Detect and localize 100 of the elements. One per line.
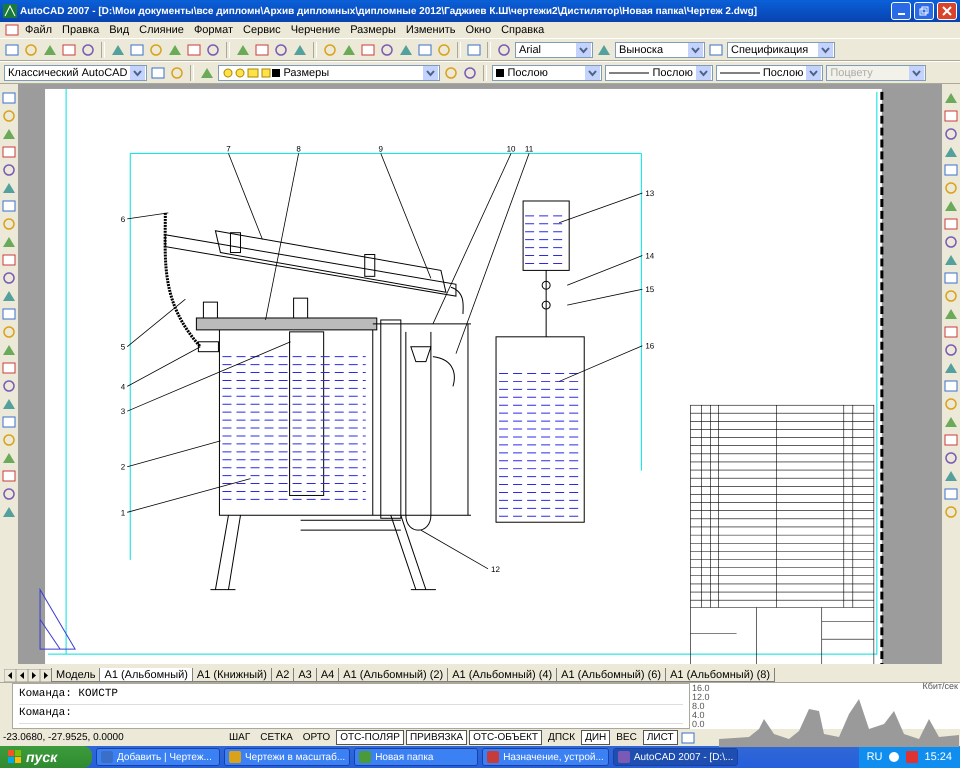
layout-tab[interactable]: A1 (Альбомный) (4) <box>447 668 558 682</box>
tool-icon[interactable] <box>1 378 17 394</box>
layout-tab[interactable]: A4 <box>316 668 340 682</box>
command-window[interactable]: Команда: КОИСТР Команда: <box>12 683 690 729</box>
tray-icon[interactable] <box>888 751 900 763</box>
layout-tab[interactable]: A3 <box>293 668 317 682</box>
graph-tick-label: 12.0 <box>692 693 711 702</box>
tool-icon[interactable] <box>205 42 221 58</box>
linetype-icon <box>609 70 650 74</box>
menu-item[interactable]: Изменить <box>400 24 461 36</box>
tool-icon[interactable] <box>417 42 433 58</box>
menu-item[interactable]: Правка <box>57 24 104 36</box>
tool-icon[interactable] <box>61 42 77 58</box>
tool-icon[interactable] <box>186 42 202 58</box>
taskbar-button[interactable]: Назначение, устрой... <box>482 748 609 766</box>
window-title: AutoCAD 2007 - [D:\Мои документы\все дипломн\Архив дипломных\дипломные 2012\Гаджиев К.Ш\чертежи2\Дистилятор\Новая папка\Чертеж 2.dwg] <box>20 6 758 16</box>
tool-icon[interactable] <box>1 144 17 160</box>
layout-tab[interactable]: A1 (Альбомный) (2) <box>338 668 448 682</box>
tool-icon[interactable] <box>496 42 512 58</box>
tool-icon[interactable] <box>1 468 17 484</box>
color-swatch-icon <box>496 68 504 76</box>
app-icon <box>3 4 17 18</box>
tool-icon[interactable] <box>708 42 724 58</box>
tool-icon[interactable] <box>129 42 145 58</box>
tab-scroll-icon[interactable] <box>40 669 52 682</box>
tool-icon[interactable] <box>943 324 959 340</box>
document-icon[interactable] <box>4 22 20 38</box>
tool-icon[interactable] <box>943 432 959 448</box>
layout-tab[interactable]: A1 (Альбомный) <box>99 668 193 682</box>
tool-icon[interactable] <box>462 64 478 80</box>
tool-icon[interactable] <box>943 162 959 178</box>
menu-item[interactable]: Формат <box>188 24 238 36</box>
menu-item[interactable]: Справка <box>496 24 550 36</box>
tool-icon[interactable] <box>943 450 959 466</box>
tab-scroll-icon[interactable] <box>28 669 40 682</box>
dropdown[interactable]: Размеры <box>218 64 440 80</box>
tool-icon[interactable] <box>943 378 959 394</box>
minimize-button[interactable] <box>891 2 911 20</box>
dropdown[interactable]: Послою <box>716 64 824 80</box>
menu-item[interactable]: Слияние <box>134 24 189 36</box>
taskbar-button[interactable]: AutoCAD 2007 - [D:\... <box>612 748 738 766</box>
dropdown[interactable]: Спецификация <box>727 42 835 58</box>
taskbar-button[interactable]: Новая папка <box>354 748 478 766</box>
dropdown[interactable]: Arial <box>515 42 593 58</box>
menu-item[interactable]: Сервис <box>238 24 286 36</box>
tool-icon[interactable] <box>1 90 17 106</box>
tool-icon[interactable] <box>943 234 959 250</box>
tool-icon[interactable] <box>1 414 17 430</box>
tool-icon[interactable] <box>943 126 959 142</box>
tool-icon[interactable] <box>379 42 395 58</box>
tab-scroll-icon[interactable] <box>4 669 16 682</box>
tool-icon[interactable] <box>1 162 17 178</box>
tool-icon[interactable] <box>150 64 166 80</box>
tool-icon[interactable] <box>1 486 17 502</box>
layout-tab[interactable]: A2 <box>270 668 294 682</box>
status-toggle[interactable]: ПРИВЯЗКА <box>406 730 468 745</box>
tool-icon[interactable] <box>943 270 959 286</box>
taskbar-button[interactable]: Добавить | Чертеж... <box>96 748 220 766</box>
tool-icon[interactable] <box>273 42 289 58</box>
tool-icon[interactable] <box>1 198 17 214</box>
tool-icon[interactable] <box>1 270 17 286</box>
tool-icon[interactable] <box>943 486 959 502</box>
dropdown[interactable]: Послою <box>492 64 602 80</box>
status-toggle[interactable]: ОТС-ПОЛЯР <box>336 730 404 745</box>
dropdown[interactable]: Послою <box>605 64 713 80</box>
layout-tab[interactable]: A1 (Альбомный) (8) <box>665 668 776 682</box>
tool-icon[interactable] <box>943 342 959 358</box>
status-toggle[interactable]: ДИН <box>581 730 610 745</box>
tool-icon[interactable] <box>1 360 17 376</box>
tool-icon[interactable] <box>943 216 959 232</box>
graph-tick-label: 0.0 <box>692 720 706 729</box>
coordinates-readout: -23.0680, -27.9525, 0.0000 <box>3 732 125 743</box>
tool-icon[interactable] <box>254 42 270 58</box>
layout-tab[interactable]: A1 (Альбомный) (6) <box>556 668 666 682</box>
close-button[interactable] <box>937 2 957 20</box>
menu-item[interactable]: Файл <box>20 24 58 36</box>
leader-line <box>126 212 169 220</box>
tool-icon[interactable] <box>360 42 376 58</box>
status-toggle[interactable]: ОТС-ОБЪЕКТ <box>469 730 542 745</box>
tool-icon[interactable] <box>943 108 959 124</box>
taskbar-button[interactable]: Чертежи в масштаб... <box>224 748 350 766</box>
tab-scroll-icon[interactable] <box>16 669 28 682</box>
tool-icon[interactable] <box>1 306 17 322</box>
menu-item[interactable]: Вид <box>104 24 134 36</box>
dropdown[interactable]: Классический AutoCAD <box>4 64 148 80</box>
menu-item[interactable]: Черчение <box>286 24 346 36</box>
help-icon[interactable] <box>466 42 482 58</box>
menu-item[interactable]: Окно <box>460 24 496 36</box>
status-toggle[interactable]: ЛИСТ <box>642 730 678 745</box>
viewport-icon[interactable] <box>680 730 696 746</box>
restore-button[interactable] <box>914 2 934 20</box>
start-button[interactable]: пуск <box>0 746 92 768</box>
command-line: Команда: <box>19 707 683 724</box>
task-icon <box>101 751 113 763</box>
layout-tab[interactable]: A1 (Книжный) <box>192 668 272 682</box>
tool-icon[interactable] <box>1 252 17 268</box>
tool-icon[interactable] <box>4 42 20 58</box>
menu-item[interactable]: Размеры <box>345 24 401 36</box>
dropdown[interactable]: Выноска <box>615 42 705 58</box>
tool-icon[interactable] <box>80 42 96 58</box>
